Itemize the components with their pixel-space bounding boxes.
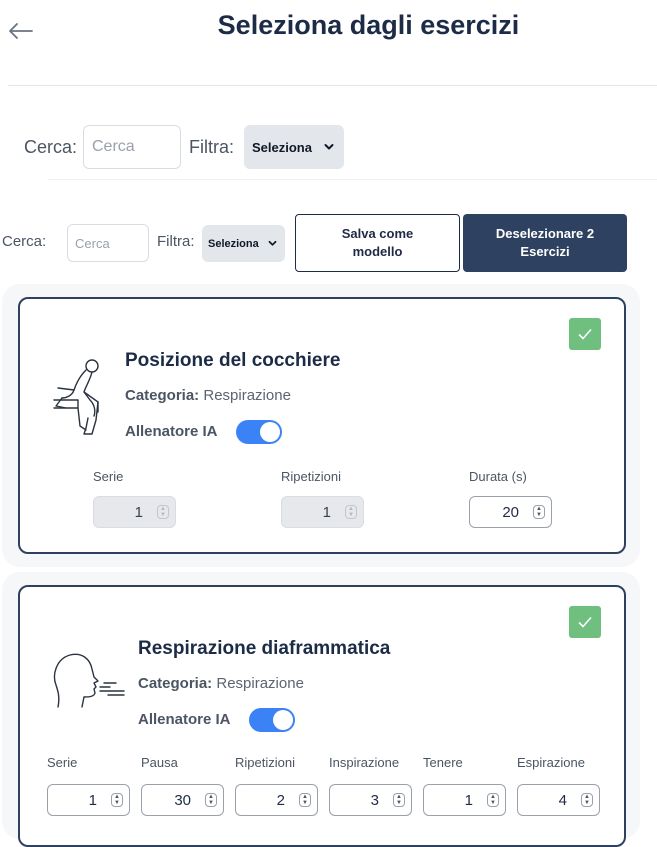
page-title: Seleziona dagli esercizi (217, 10, 520, 40)
field-label: Inspirazione (329, 755, 400, 770)
category-label: Categoria: (138, 675, 213, 692)
field-value: 2 (276, 791, 285, 809)
pause-input[interactable]: 30 ▲ ▼ (141, 784, 224, 816)
stepper-icon[interactable]: ▲ ▼ (487, 793, 499, 807)
exercise-card[interactable]: Respirazione diaframmatica Categoria: Re… (18, 585, 626, 847)
filter-select-value: Seleziona (208, 237, 259, 250)
search-placeholder: Cerca (92, 138, 135, 155)
field-label: Ripetizioni (281, 469, 341, 484)
stepper-icon: ▲ ▼ (157, 505, 169, 519)
field-label: Serie (47, 755, 78, 770)
series-input[interactable]: 1 ▲ ▼ (47, 784, 130, 816)
field-value: 1 (134, 503, 143, 521)
toggle-knob (273, 710, 293, 730)
exercise-title: Respirazione diaframmatica (138, 638, 391, 659)
selected-checkbox[interactable] (569, 606, 601, 638)
ai-trainer-toggle[interactable] (236, 420, 282, 444)
filter-select[interactable]: Seleziona (202, 225, 285, 262)
search-label: Cerca: (2, 233, 47, 250)
exercise-category: Categoria: Respirazione (138, 675, 304, 692)
field-label: Espirazione (517, 755, 585, 770)
field-label: Ripetizioni (235, 755, 295, 770)
check-icon (578, 328, 592, 340)
field-value: 20 (502, 503, 519, 521)
filter-select-value: Seleziona (252, 139, 312, 155)
exercise-category: Categoria: Respirazione (125, 387, 291, 404)
ai-trainer-label: Allenatore IA (125, 423, 218, 440)
toggle-knob (260, 422, 280, 442)
stepper-icon: ▲ ▼ (345, 505, 357, 519)
field-value: 1 (88, 791, 97, 809)
filter-label: Filtra: (157, 233, 195, 250)
field-value: 30 (174, 791, 191, 809)
stepper-icon[interactable]: ▲ ▼ (205, 793, 217, 807)
filter-label: Filtra: (189, 137, 234, 157)
search-label: Cerca: (24, 137, 78, 157)
category-value: Respirazione (216, 675, 304, 692)
head-breathing-icon (48, 647, 128, 717)
filter-select[interactable]: Seleziona (244, 125, 344, 169)
duration-input[interactable]: 20 ▲ ▼ (469, 496, 552, 528)
field-label: Pausa (141, 755, 178, 770)
divider (48, 179, 657, 180)
stepper-icon[interactable]: ▲ ▼ (581, 793, 593, 807)
search-input[interactable]: Cerca (83, 125, 181, 169)
field-value: 4 (558, 791, 567, 809)
field-label: Durata (s) (469, 469, 527, 484)
search-placeholder: Cerca (75, 235, 110, 251)
chevron-down-icon (268, 240, 277, 246)
divider (8, 85, 657, 86)
exercise-card[interactable]: Posizione del cocchiere Categoria: Respi… (18, 297, 626, 554)
stepper-icon[interactable]: ▲ ▼ (299, 793, 311, 807)
repetitions-input[interactable]: 2 ▲ ▼ (235, 784, 318, 816)
exercise-title: Posizione del cocchiere (125, 350, 341, 371)
field-value: 1 (322, 503, 331, 521)
exhale-input[interactable]: 4 ▲ ▼ (517, 784, 600, 816)
series-input: 1 ▲ ▼ (93, 496, 176, 528)
ai-trainer-label: Allenatore IA (138, 711, 231, 728)
field-label: Tenere (423, 755, 463, 770)
field-value: 1 (464, 791, 473, 809)
inhale-input[interactable]: 3 ▲ ▼ (329, 784, 412, 816)
category-label: Categoria: (125, 387, 200, 404)
save-template-button[interactable]: Salva come modello (295, 214, 460, 272)
stepper-icon[interactable]: ▲ ▼ (111, 793, 123, 807)
seated-person-icon (50, 354, 106, 438)
chevron-down-icon (324, 144, 334, 150)
ai-trainer-toggle[interactable] (249, 708, 295, 732)
field-value: 3 (370, 791, 379, 809)
search-input[interactable]: Cerca (67, 224, 149, 262)
hold-input[interactable]: 1 ▲ ▼ (423, 784, 506, 816)
category-value: Respirazione (203, 387, 291, 404)
deselect-exercises-button[interactable]: Deselezionare 2 Esercizi (463, 214, 627, 272)
selected-checkbox[interactable] (569, 318, 601, 350)
field-label: Serie (93, 469, 124, 484)
repetitions-input: 1 ▲ ▼ (281, 496, 364, 528)
stepper-icon[interactable]: ▲ ▼ (533, 505, 545, 519)
check-icon (578, 616, 592, 628)
stepper-icon[interactable]: ▲ ▼ (393, 793, 405, 807)
